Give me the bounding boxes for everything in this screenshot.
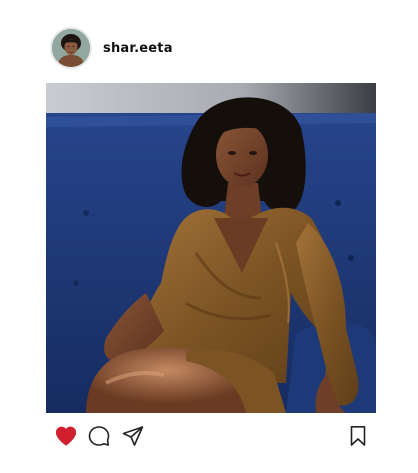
post-actions	[46, 420, 376, 450]
avatar-image	[52, 29, 90, 67]
like-heart-icon[interactable]	[54, 424, 78, 448]
username[interactable]: shar.eeta	[103, 41, 173, 56]
avatar[interactable]	[50, 27, 92, 69]
instagram-post: shar.eeta	[0, 0, 418, 473]
post-photo[interactable]	[46, 83, 376, 413]
post-photo-image	[46, 83, 376, 413]
bookmark-icon[interactable]	[346, 424, 370, 448]
paper-plane-icon[interactable]	[121, 424, 145, 448]
post-header: shar.eeta	[50, 27, 173, 69]
comment-bubble-icon[interactable]	[87, 424, 111, 448]
